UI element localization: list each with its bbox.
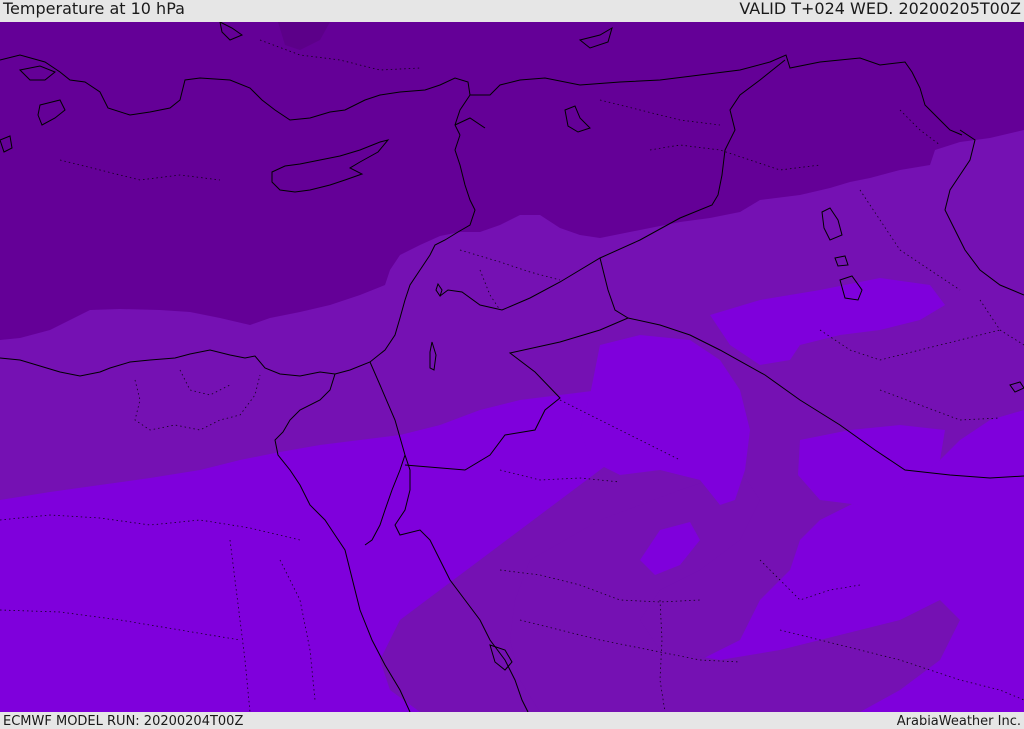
temperature-map[interactable] xyxy=(0,0,1024,729)
model-run-label: ECMWF MODEL RUN: 20200204T00Z xyxy=(3,714,244,729)
header-bar: Temperature at 10 hPa VALID T+024 WED. 2… xyxy=(0,0,1024,22)
weather-map-view: Temperature at 10 hPa VALID T+024 WED. 2… xyxy=(0,0,1024,729)
map-title: Temperature at 10 hPa xyxy=(3,0,185,18)
footer-bar: ECMWF MODEL RUN: 20200204T00Z ArabiaWeat… xyxy=(0,712,1024,729)
valid-time-label: VALID T+024 WED. 20200205T00Z xyxy=(739,0,1021,18)
credit-label: ArabiaWeather Inc. xyxy=(896,714,1021,729)
